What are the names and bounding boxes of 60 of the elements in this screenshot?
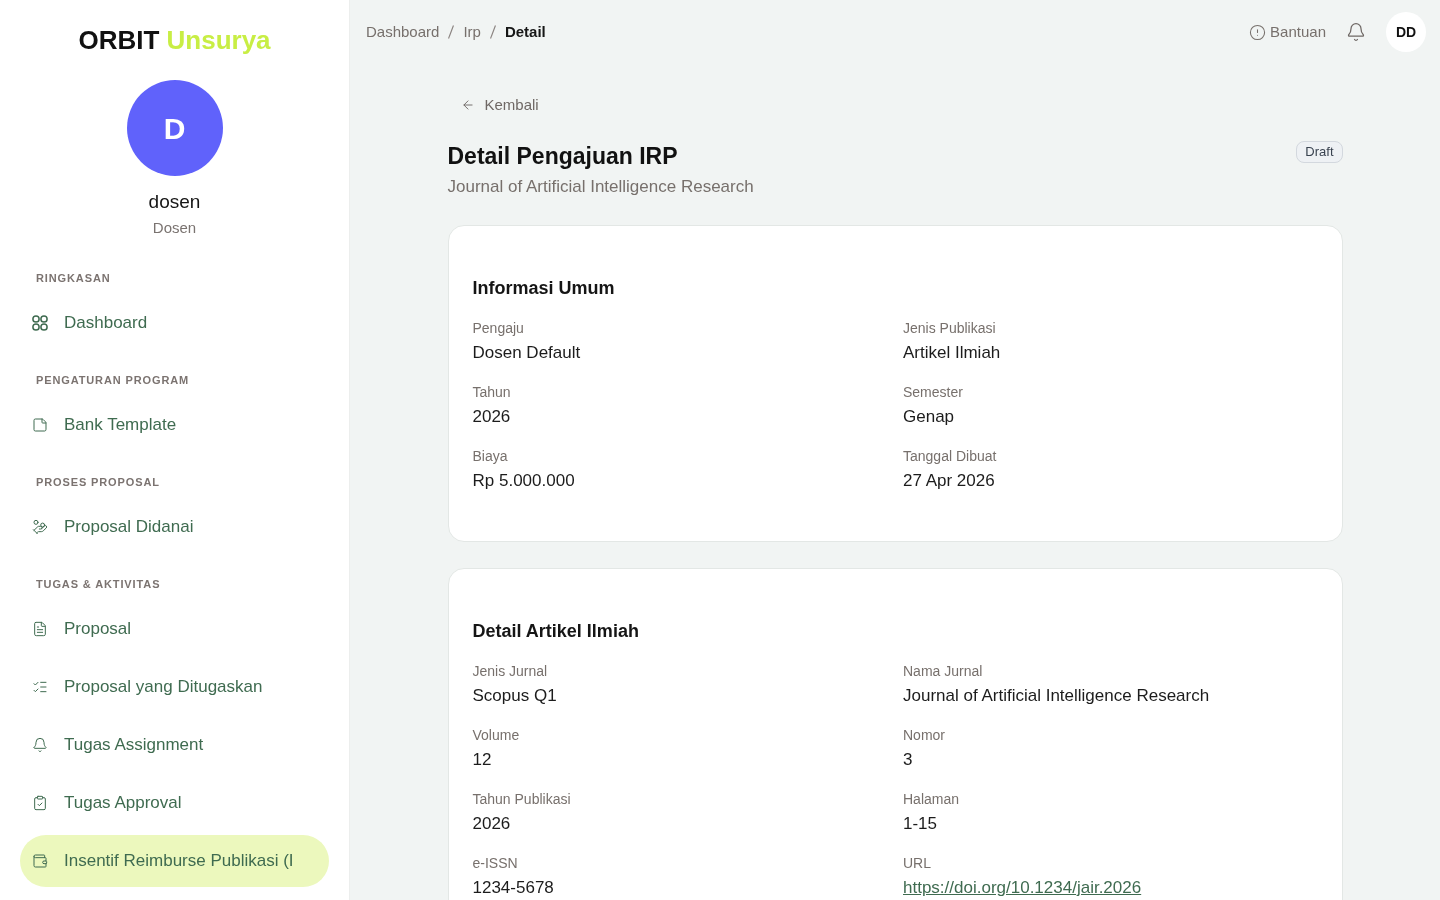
help-link[interactable]: Bantuan	[1249, 20, 1326, 44]
section-heading: TUGAS & AKTIVITAS	[35, 577, 162, 592]
page-title: Detail Pengajuan IRP	[447, 142, 678, 171]
field-value: 12	[472, 749, 492, 771]
field-label: Nama Jurnal	[903, 662, 983, 681]
breadcrumb-separator-icon	[448, 25, 455, 39]
field-label: Pengaju	[472, 319, 524, 338]
field-value: Journal of Artificial Intelligence Research	[903, 685, 1210, 707]
breadcrumb-separator-icon	[489, 25, 496, 39]
field-value: 3	[903, 749, 913, 771]
status-badge: Draft	[1296, 141, 1343, 163]
url-link[interactable]: https://doi.org/10.1234/jair.2026	[903, 876, 1142, 900]
field-label: Volume	[472, 726, 520, 745]
alert-circle-icon	[1249, 23, 1267, 41]
hand-coins-icon	[32, 519, 48, 535]
card-title: Informasi Umum	[472, 277, 615, 300]
checklist-icon	[32, 679, 48, 695]
section-heading: PROSES PROPOSAL	[35, 475, 161, 490]
page-subtitle: Journal of Artificial Intelligence Research	[447, 176, 754, 198]
field-value: 1234-5678	[472, 877, 554, 899]
field-label: Tahun	[472, 383, 511, 402]
grid-icon	[32, 315, 48, 331]
field-label: e-ISSN	[472, 854, 518, 873]
field-value: 2026	[472, 813, 511, 835]
field-label: Tahun Publikasi	[472, 790, 571, 809]
section-heading: RINGKASAN	[35, 271, 112, 286]
field-label: Nomor	[903, 726, 945, 745]
back-button[interactable]: Kembali	[447, 89, 552, 121]
breadcrumb-link[interactable]: Detail	[504, 20, 546, 44]
field-value: 1-15	[903, 813, 938, 835]
user-role: Dosen	[152, 218, 197, 238]
field-value: Genap	[903, 406, 955, 428]
field-value: Artikel Ilmiah	[903, 342, 1001, 364]
user-avatar[interactable]: DD	[1386, 12, 1426, 52]
sticky-note-icon	[32, 417, 48, 433]
field-label: Jenis Jurnal	[472, 662, 548, 681]
field-value: Dosen Default	[472, 342, 581, 364]
clipboard-check-icon	[32, 795, 48, 811]
field-label: URL	[903, 854, 931, 873]
breadcrumb-link[interactable]: Dashboard	[366, 20, 440, 44]
document-icon	[32, 621, 48, 637]
sidebar-item[interactable]: Insentif Reimburse Publikasi (I	[20, 835, 329, 887]
field-label: Jenis Publikasi	[903, 319, 996, 338]
field-label: Halaman	[903, 790, 960, 809]
field-value: 2026	[472, 406, 511, 428]
notification-bell-icon[interactable]	[1346, 22, 1366, 42]
field-value: Rp 5.000.000	[472, 470, 575, 492]
field-value: Scopus Q1	[472, 685, 557, 707]
section-heading: PENGATURAN PROGRAM	[35, 373, 191, 388]
card-title: Detail Artikel Ilmiah	[472, 620, 639, 643]
field-value: 27 Apr 2026	[903, 470, 995, 492]
field-label: Biaya	[472, 447, 508, 466]
wallet-icon	[32, 853, 48, 869]
field-label: Semester	[903, 383, 963, 402]
app-logo: ORBIT Unsurya	[78, 24, 271, 56]
user-name: dosen	[148, 190, 201, 214]
field-label: Tanggal Dibuat	[903, 447, 997, 466]
breadcrumb-link[interactable]: Irp	[463, 20, 481, 44]
user-avatar: D	[126, 80, 223, 176]
bell-icon	[32, 737, 48, 753]
